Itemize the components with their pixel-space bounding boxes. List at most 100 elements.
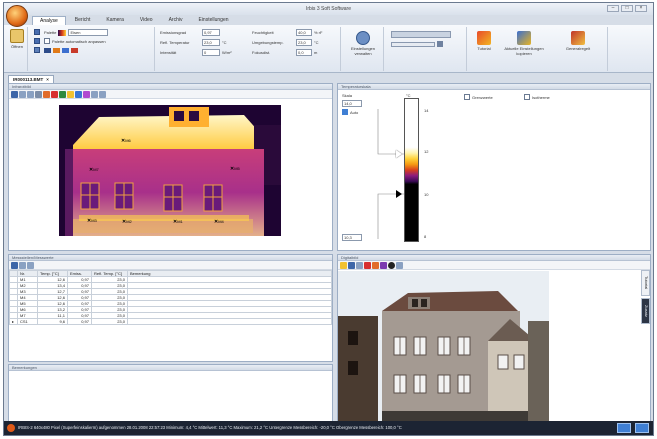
scale-lower-handle[interactable] xyxy=(396,190,402,198)
maximize-button[interactable]: □ xyxy=(621,5,633,12)
table-row[interactable]: ▸ CS1 9,6 0,97 23,0 xyxy=(9,318,332,325)
save-icon[interactable] xyxy=(11,90,18,98)
tutorial-button[interactable]: Tutorial xyxy=(472,31,496,51)
measurement-marker[interactable]: ✕M2 xyxy=(122,219,132,225)
measurement-marker[interactable]: ✕M4 xyxy=(214,219,224,225)
ribbon: Öffnen Palette Eisen Palette automatisch… xyxy=(4,25,653,73)
zoom-icon[interactable] xyxy=(35,90,42,98)
scale-max-field[interactable]: 14,0 xyxy=(342,100,362,107)
area-icon[interactable] xyxy=(67,90,74,98)
copy-icon[interactable] xyxy=(19,90,26,98)
table-cell xyxy=(127,318,332,325)
palette-tool-icons[interactable] xyxy=(44,48,78,53)
photo-building-graphic xyxy=(338,271,549,421)
palette-swatch xyxy=(58,29,67,36)
save-icon[interactable] xyxy=(34,29,40,35)
playback-slider[interactable] xyxy=(391,41,443,47)
save-as-icon[interactable] xyxy=(34,38,40,44)
table-cell: 0,97 xyxy=(67,318,92,325)
auto-scale-toggle[interactable]: Auto xyxy=(342,109,358,115)
delete-icon[interactable] xyxy=(364,261,371,269)
print-icon[interactable] xyxy=(34,47,40,53)
scale-tick: 14 xyxy=(424,108,429,113)
general-settings-button[interactable]: Generalregelt xyxy=(556,31,600,51)
copy-icon[interactable] xyxy=(19,261,26,269)
document-tab[interactable]: IR000113.BMT × xyxy=(8,75,54,83)
line-icon[interactable] xyxy=(75,90,82,98)
table-cell: CS1 xyxy=(17,318,38,325)
export-icon[interactable] xyxy=(27,261,34,269)
notes-pane-header: Bemerkungen xyxy=(9,365,332,371)
minimize-button[interactable]: – xyxy=(607,5,619,12)
scale-min-field[interactable]: 10,3 xyxy=(342,234,362,241)
palette-fit-checkbox[interactable]: Palette automatisch anpassen xyxy=(44,38,106,44)
copy-icon[interactable] xyxy=(356,261,363,269)
photo-toolbar xyxy=(338,261,650,270)
save-icon[interactable] xyxy=(348,261,355,269)
palette-icon[interactable] xyxy=(372,261,379,269)
tab-video[interactable]: Video xyxy=(133,16,160,25)
paste-icon[interactable] xyxy=(27,90,34,98)
zoom-icon[interactable] xyxy=(396,261,403,269)
intensity-field[interactable]: Intensität 0 W/m² xyxy=(160,49,232,56)
measurement-marker[interactable]: ✕M3 xyxy=(87,218,97,224)
open-photo-icon[interactable] xyxy=(340,261,347,269)
pen-icon[interactable] xyxy=(51,90,58,98)
palette-icon[interactable] xyxy=(43,90,50,98)
title-bar: Irbis 3 Soft Software – □ × xyxy=(4,3,653,15)
digital-photo[interactable] xyxy=(338,271,549,421)
contrast-icon[interactable] xyxy=(388,261,395,269)
save-icon[interactable] xyxy=(11,261,18,269)
spot-icon[interactable] xyxy=(59,90,66,98)
view-split-icon[interactable] xyxy=(635,423,649,433)
isotherm-checkbox[interactable]: Isotherme xyxy=(524,94,550,100)
scale-tick: 12 xyxy=(424,149,429,154)
emissivity-field[interactable]: Emissionsgrad 0,97 xyxy=(160,29,220,36)
group-open: Öffnen xyxy=(6,27,28,71)
pen-icon[interactable] xyxy=(380,261,387,269)
close-window-button[interactable]: × xyxy=(635,5,647,12)
scale-pane-header: Temperaturskala xyxy=(338,84,650,90)
view-layout-icon[interactable] xyxy=(617,423,631,433)
measurement-marker[interactable]: ✕M5 xyxy=(230,166,240,172)
side-tab-tutorial[interactable]: Tutorial xyxy=(641,270,650,296)
focus-distance-field[interactable]: Fokusdist. 0,0 m xyxy=(252,49,317,56)
tab-archiv[interactable]: Archiv xyxy=(162,16,190,25)
notes-textarea[interactable] xyxy=(9,372,332,421)
tab-kamera[interactable]: Kamera xyxy=(99,16,131,25)
application-menu-orb[interactable] xyxy=(6,5,28,27)
row-selector[interactable]: ▸ xyxy=(9,318,18,325)
scale-label: Skala xyxy=(342,93,353,98)
close-tab-icon[interactable]: × xyxy=(46,76,49,83)
open-button[interactable]: Öffnen xyxy=(8,29,26,49)
playback-controls[interactable] xyxy=(391,31,451,38)
group-palette: Palette Eisen Palette automatisch anpass… xyxy=(30,27,155,71)
measurement-marker[interactable]: ✕M7 xyxy=(89,167,99,173)
humidity-field[interactable]: Feuchtigkeit 40,0 % rF xyxy=(252,29,322,36)
ambient-temperature-field[interactable]: Umgebungstemp. 23,0 °C xyxy=(252,39,319,46)
digital-photo-pane: Digitalbild Tutorial Zusatz xyxy=(337,254,651,422)
measurement-marker[interactable]: ✕M6 xyxy=(121,138,131,144)
group-parameters: Emissionsgrad 0,97 Refl. Temperatur 23,0… xyxy=(156,27,341,71)
tab-analyse[interactable]: Analyse xyxy=(32,16,66,25)
grid-icon[interactable] xyxy=(91,90,98,98)
reflected-temperature-field[interactable]: Refl. Temperatur 23,0 °C xyxy=(160,39,227,46)
tab-einstellungen[interactable]: Einstellungen xyxy=(191,16,235,25)
tab-bericht[interactable]: Bericht xyxy=(68,16,98,25)
table-cell: 9,6 xyxy=(37,318,68,325)
table-cell: 23,0 xyxy=(91,318,128,325)
manage-settings-button[interactable]: Einstellungen verwalten xyxy=(346,31,380,56)
rotate-icon[interactable] xyxy=(99,90,106,98)
side-tab-zusatz[interactable]: Zusatz xyxy=(641,298,650,324)
profile-icon[interactable] xyxy=(83,90,90,98)
measurement-marker[interactable]: ✕M1 xyxy=(173,219,183,225)
scale-tick: 10 xyxy=(424,192,429,197)
scale-upper-handle[interactable] xyxy=(396,150,402,158)
group-help: Tutorial Aktuelle Einstellungen kopieren… xyxy=(468,27,608,71)
palette-selector[interactable]: Palette Eisen xyxy=(44,29,109,36)
limit-values-checkbox[interactable]: Grenzwerte xyxy=(464,94,493,100)
copy-settings-button[interactable]: Aktuelle Einstellungen kopieren xyxy=(500,31,548,56)
measurements-table: Nr. Temp. [°C] Emiss. Refl. Temp. [°C] B… xyxy=(9,270,332,325)
thermal-toolbar xyxy=(9,90,332,99)
thermal-image[interactable]: ✕M6 ✕M7 ✕M5 ✕M3 ✕M2 ✕M1 ✕M4 xyxy=(59,105,281,236)
